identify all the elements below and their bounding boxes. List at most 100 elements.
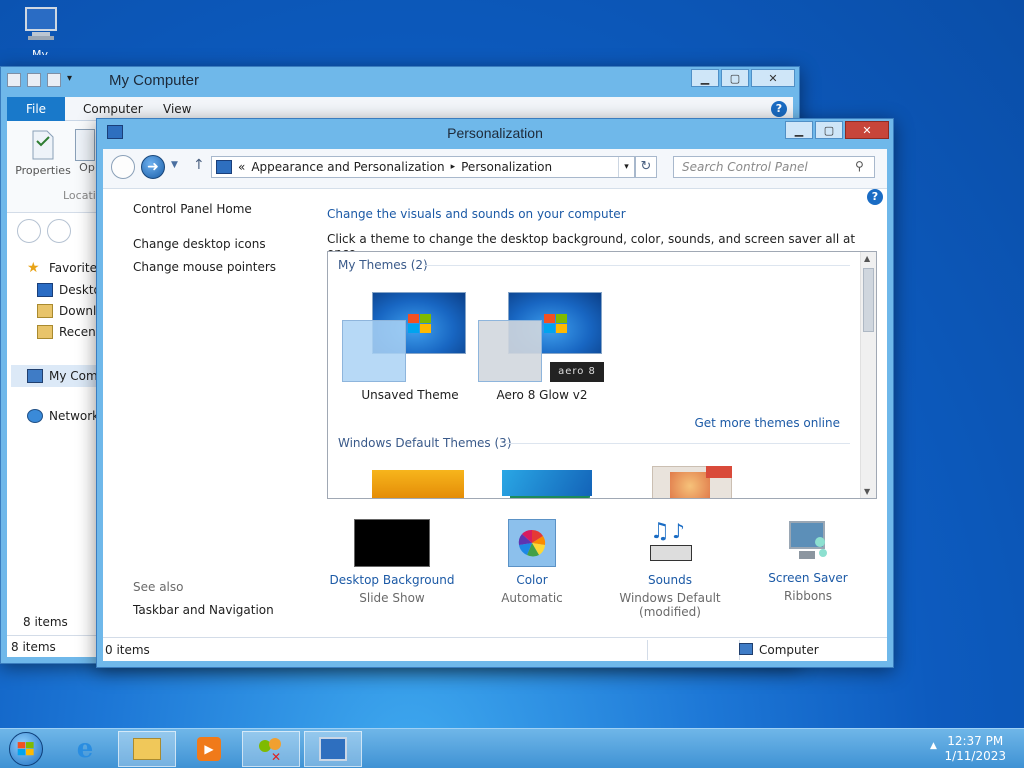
color-label[interactable]: Color [467, 573, 597, 587]
desktop-my-computer-icon[interactable]: My Computer [8, 6, 72, 55]
address-dropdown-icon[interactable]: ▾ [618, 157, 634, 177]
change-desktop-icons-link[interactable]: Change desktop icons [133, 237, 266, 251]
theme-default-2[interactable] [502, 468, 596, 498]
nav-desktop[interactable]: Deskto [37, 283, 101, 297]
downloads-icon [37, 304, 53, 318]
customize-qat-icon[interactable]: ▾ [67, 73, 72, 87]
properties-quick-icon[interactable] [27, 73, 41, 87]
internet-explorer-taskbar-button[interactable]: e [56, 731, 114, 767]
address-bar[interactable]: « Appearance and Personalization ▸ Perso… [211, 156, 635, 178]
network-users-taskbar-button[interactable]: ✕ [242, 731, 300, 767]
system-clock[interactable]: 12:37 PM 1/11/2023 [944, 734, 1006, 764]
screen-saver-item[interactable]: Screen Saver Ribbons [743, 519, 873, 603]
computer-icon [7, 73, 21, 87]
star-icon: ★ [27, 260, 40, 276]
breadcrumb-personalization[interactable]: Personalization [461, 160, 552, 174]
nav-favorites[interactable]: ★ Favorites [27, 261, 103, 275]
desktop-background-sub: Slide Show [359, 591, 425, 605]
nav-my-computer-label: My Com [49, 369, 98, 383]
control-panel-taskbar-button[interactable] [304, 731, 362, 767]
nav-network-label: Network [49, 409, 100, 423]
theme-list-scrollbar[interactable]: ▲ ▼ [860, 252, 876, 498]
personalization-titlebar[interactable]: Personalization ▁ ▢ ✕ [97, 119, 893, 149]
help-icon[interactable]: ? [867, 189, 883, 205]
clock-time: 12:37 PM [947, 734, 1004, 748]
explorer-pane-item-count: 8 items [23, 615, 68, 629]
see-also-heading: See also [133, 580, 184, 594]
nav-downloads[interactable]: Downlo [37, 304, 104, 318]
sounds-icon: ♫ ♪ [644, 519, 696, 567]
group-location-label: Locati [63, 189, 96, 202]
help-icon[interactable]: ? [771, 101, 787, 117]
maximize-button[interactable]: ▢ [721, 69, 749, 87]
refresh-icon[interactable]: ↻ [635, 156, 657, 178]
up-arrow-icon[interactable]: ↑ [193, 157, 205, 173]
breadcrumb-separator-icon[interactable]: ▸ [451, 162, 456, 172]
properties-button[interactable]: Properties [15, 129, 71, 177]
quick-access-toolbar: ▾ [7, 73, 72, 87]
color-item[interactable]: Color Automatic [467, 519, 597, 605]
theme-name: Aero 8 Glow v2 [496, 388, 588, 402]
control-panel-home-link[interactable]: Control Panel Home [133, 202, 252, 216]
explorer-titlebar[interactable]: ▾ My Computer ▁ ▢ ✕ [1, 67, 799, 97]
minimize-button[interactable]: ▁ [785, 121, 813, 139]
file-explorer-taskbar-button[interactable] [118, 731, 176, 767]
desktop-background-label[interactable]: Desktop Background [327, 573, 457, 587]
sounds-label[interactable]: Sounds [605, 573, 735, 587]
address-toolbar: ➜ ▼ ↑ « Appearance and Personalization ▸… [103, 149, 887, 189]
windows-logo-icon [408, 314, 431, 333]
search-icon[interactable]: ⚲ [855, 159, 864, 173]
sounds-sub-modified: (modified) [639, 605, 701, 619]
desktop-background-item[interactable]: Desktop Background Slide Show [327, 519, 457, 605]
get-more-themes-link[interactable]: Get more themes online [694, 416, 840, 430]
desktop-icon-label: My Computer [31, 48, 48, 55]
close-button[interactable]: ✕ [751, 69, 795, 87]
search-input[interactable]: Search Control Panel [673, 156, 875, 178]
status-item-count: 0 items [105, 643, 150, 657]
close-button[interactable]: ✕ [845, 121, 889, 139]
scroll-down-icon[interactable]: ▼ [864, 487, 870, 496]
scroll-up-icon[interactable]: ▲ [864, 254, 870, 263]
taskbar-navigation-link[interactable]: Taskbar and Navigation [133, 603, 274, 617]
forward-button[interactable]: ➜ [141, 155, 165, 179]
personalization-window[interactable]: Personalization ▁ ▢ ✕ ➜ ▼ ↑ « Appearance… [96, 118, 894, 668]
theme-aero8-glow[interactable]: aero 8 Aero 8 Glow v2 [478, 292, 618, 404]
theme-list[interactable]: My Themes (2) Unsaved Theme aero 8 Aero … [327, 251, 877, 499]
theme-default-3[interactable] [646, 466, 736, 498]
status-computer: Computer [759, 643, 819, 657]
nav-network[interactable]: Network [27, 409, 99, 423]
maximize-button[interactable]: ▢ [815, 121, 843, 139]
screen-saver-sub: Ribbons [783, 589, 833, 603]
scroll-thumb[interactable] [863, 268, 874, 332]
theme-name: Unsaved Theme [361, 388, 459, 402]
tab-file[interactable]: File [7, 97, 65, 121]
open-icon [75, 129, 95, 161]
properties-label: Properties [15, 164, 71, 177]
computer-icon [739, 643, 753, 655]
change-mouse-pointers-link[interactable]: Change mouse pointers [133, 260, 276, 274]
theme-default-1[interactable] [372, 470, 464, 498]
start-button[interactable] [0, 731, 52, 767]
recent-pages-chevron-icon[interactable]: ▼ [171, 160, 178, 170]
forward-button[interactable] [47, 219, 71, 243]
show-hidden-icons-chevron-icon[interactable]: ▲ [930, 741, 937, 751]
address-chevrons[interactable]: « [238, 160, 245, 174]
personalization-title: Personalization [447, 125, 543, 141]
back-button[interactable] [17, 219, 41, 243]
theme-color-swatch [478, 320, 542, 382]
nav-recent[interactable]: Recent [37, 325, 100, 339]
back-button[interactable] [111, 155, 135, 179]
recent-places-icon [37, 325, 53, 339]
nav-desktop-label: Deskto [59, 283, 101, 297]
explorer-title: My Computer [109, 72, 200, 89]
sounds-item[interactable]: ♫ ♪ Sounds Windows Default (modified) [605, 519, 735, 619]
breadcrumb-appearance[interactable]: Appearance and Personalization [251, 160, 444, 174]
screen-saver-label[interactable]: Screen Saver [743, 571, 873, 585]
color-palette-icon [508, 519, 556, 567]
minimize-button[interactable]: ▁ [691, 69, 719, 87]
theme-unsaved[interactable]: Unsaved Theme [342, 292, 482, 404]
computer-icon [25, 7, 57, 40]
media-player-taskbar-button[interactable]: ▶ [180, 731, 238, 767]
new-folder-quick-icon[interactable] [47, 73, 61, 87]
theme-color-swatch [342, 320, 406, 382]
